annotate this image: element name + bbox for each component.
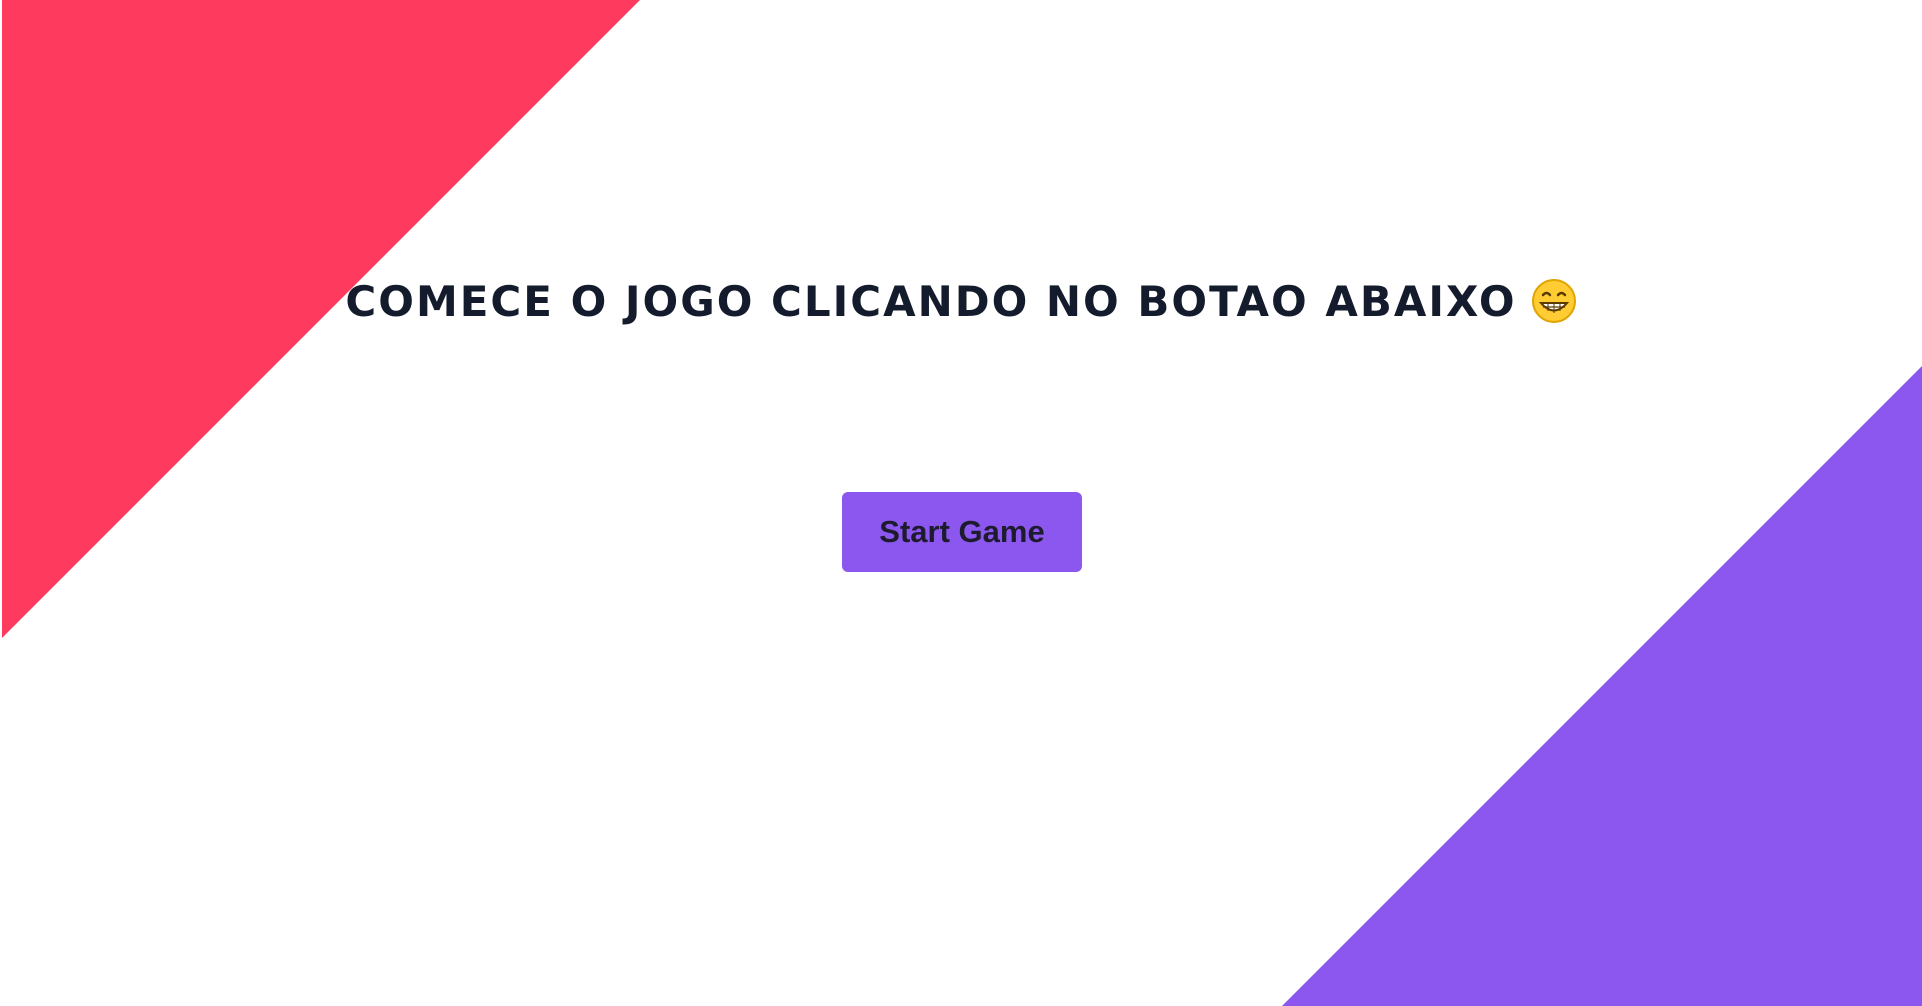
game-start-screen: COMECE O JOGO CLICANDO NO BOTAO ABAIXO S… bbox=[0, 0, 1922, 1006]
page-title: COMECE O JOGO CLICANDO NO BOTAO ABAIXO bbox=[0, 274, 1922, 330]
grinning-face-icon bbox=[1531, 278, 1577, 324]
title-text: COMECE O JOGO CLICANDO NO BOTAO ABAIXO bbox=[345, 277, 1517, 326]
bottom-right-triangle bbox=[1282, 366, 1922, 1006]
start-game-button[interactable]: Start Game bbox=[842, 492, 1082, 572]
